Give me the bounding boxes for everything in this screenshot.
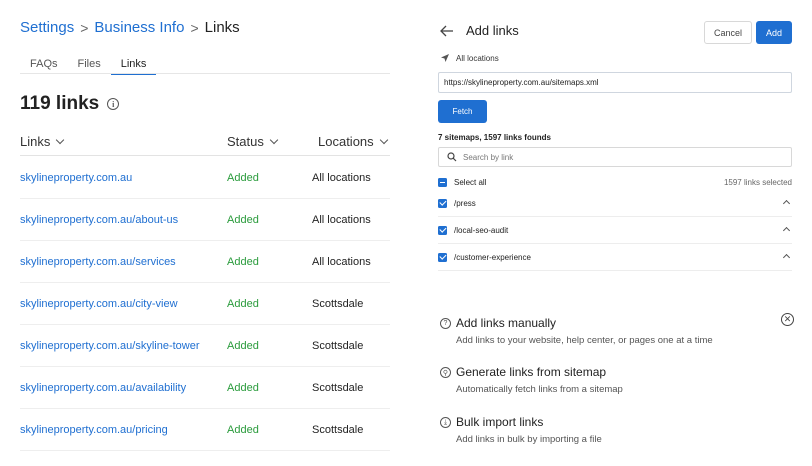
location-value: Scottsdale [312,298,364,310]
selected-count: 1597 links selected [723,178,792,187]
option-description: Add links in bulk by importing a file [456,434,602,445]
status-badge: Added [227,256,259,268]
link-search-box[interactable] [438,147,792,167]
link-url[interactable]: skylineproperty.com.au/availability [20,382,186,394]
select-all-label: Select all [454,178,487,187]
panel-title: Add links [466,23,519,38]
table-row: skylineproperty.com.au Added All locatio… [20,157,390,199]
column-header-status[interactable]: Status [227,134,279,149]
sitemap-path: /customer-experience [454,252,531,262]
sitemap-summary: 7 sitemaps, 1597 links founds [438,133,551,142]
table-row: skylineproperty.com.au/skyline-tower Add… [20,325,390,367]
table-row: skylineproperty.com.au/services Added Al… [20,241,390,283]
location-value: Scottsdale [312,424,364,436]
location-value: Scottsdale [312,382,364,394]
breadcrumb-business-info[interactable]: Business Info [94,19,184,36]
column-header-locations[interactable]: Locations [318,134,388,149]
sitemap-path: /local-seo-audit [454,225,509,235]
search-input[interactable] [463,152,783,162]
breadcrumb-settings[interactable]: Settings [20,19,74,36]
cancel-button[interactable]: Cancel [704,21,752,44]
link-url[interactable]: skylineproperty.com.au/skyline-tower [20,340,200,352]
sitemap-item[interactable]: /customer-experience [438,244,792,271]
sitemap-url-input[interactable] [438,72,792,93]
chevron-down-icon [269,135,279,144]
status-badge: Added [227,298,259,310]
import-icon: ⤓ [440,417,451,428]
chevron-up-icon[interactable] [782,226,791,235]
column-header-links[interactable]: Links [20,134,65,149]
location-value: All locations [312,256,371,268]
link-icon: ⚲ [440,367,451,378]
breadcrumb-separator: > [190,19,199,36]
location-selector[interactable]: All locations [440,53,499,63]
link-url[interactable]: skylineproperty.com.au/about-us [20,214,178,226]
option-description: Automatically fetch links from a sitemap [456,384,623,395]
location-value: All locations [312,172,371,184]
sitemap-checkbox[interactable] [438,252,447,262]
status-badge: Added [227,340,259,352]
search-icon [447,152,457,162]
sitemap-item[interactable]: /press [438,190,792,217]
question-icon: ? [440,318,451,329]
select-all-row[interactable]: Select all 1597 links selected [438,178,792,187]
select-all-checkbox[interactable] [438,178,447,187]
option-title: Generate links from sitemap [456,365,607,379]
breadcrumb-current: Links [204,19,240,36]
page-title: 119 links i [20,93,120,115]
column-header-label: Links [20,134,51,149]
info-icon[interactable]: i [107,98,120,110]
status-badge: Added [227,382,259,394]
column-header-label: Locations [318,134,374,149]
sitemap-path: /press [454,198,476,208]
navigation-arrow-icon [441,54,449,62]
link-url[interactable]: skylineproperty.com.au/city-view [20,298,178,310]
chevron-down-icon [379,135,388,144]
links-pane: Settings > Business Info > Links FAQs Fi… [0,0,410,466]
close-icon[interactable]: ✕ [781,313,794,326]
add-links-panel: Add links Cancel Add All locations Fetch… [420,0,812,466]
location-value: All locations [312,214,371,226]
chevron-up-icon[interactable] [782,199,791,208]
location-value: Scottsdale [312,340,364,352]
back-arrow-icon[interactable] [440,24,454,38]
chevron-up-icon[interactable] [782,253,791,262]
links-count: 119 links [20,93,100,114]
breadcrumb-separator: > [80,19,89,36]
table-row: skylineproperty.com.au/availability Adde… [20,367,390,409]
add-button[interactable]: Add [756,21,792,44]
table-header: Links Status Locations [20,132,390,156]
table-row: skylineproperty.com.au/pricing Added Sco… [20,409,390,451]
column-header-label: Status [227,134,264,149]
location-label: All locations [456,53,499,63]
option-title: Add links manually [456,316,557,330]
status-badge: Added [227,214,259,226]
link-url[interactable]: skylineproperty.com.au [20,172,132,184]
table-row: skylineproperty.com.au/about-us Added Al… [20,199,390,241]
breadcrumb: Settings > Business Info > Links [20,19,240,36]
option-title: Bulk import links [456,415,544,429]
link-url[interactable]: skylineproperty.com.au/services [20,256,176,268]
sitemap-item[interactable]: /local-seo-audit [438,217,792,244]
table-row: skylineproperty.com.au/city-view Added S… [20,283,390,325]
status-badge: Added [227,172,259,184]
fetch-button[interactable]: Fetch [438,100,487,123]
link-url[interactable]: skylineproperty.com.au/pricing [20,424,168,436]
sitemap-checkbox[interactable] [438,198,447,208]
status-badge: Added [227,424,259,436]
option-description: Add links to your website, help center, … [456,335,713,346]
sitemap-checkbox[interactable] [438,225,447,235]
tabs-divider [20,73,390,74]
chevron-down-icon [56,135,65,144]
